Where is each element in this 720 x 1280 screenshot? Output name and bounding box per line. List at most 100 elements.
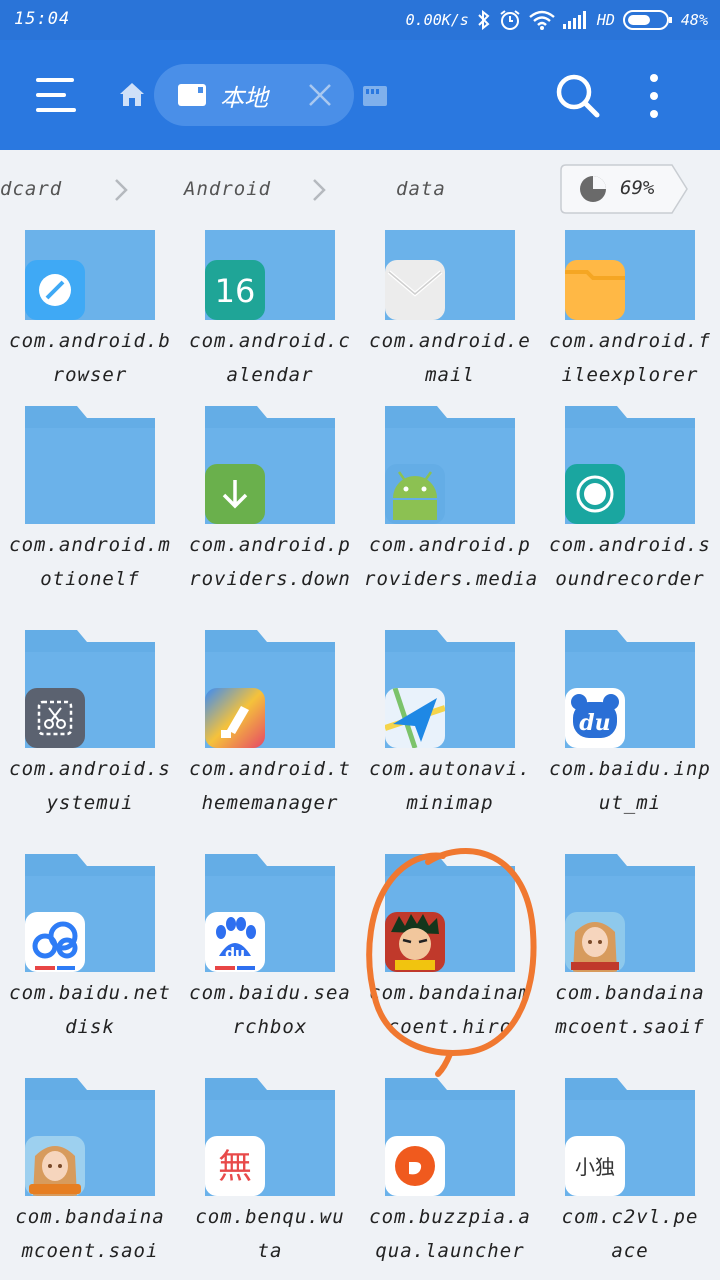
folder-label-line1: com.android.e [369, 330, 531, 352]
svg-text:du: du [579, 710, 610, 736]
folder-label-line1: com.bandaina [15, 1206, 165, 1228]
email-icon [385, 260, 445, 320]
folder-label: com.buzzpia.a qua.launcher [364, 1200, 536, 1268]
folder-grid: com.android.b rowser 16 com.android.c alenda… [0, 230, 720, 1280]
peace-app-icon: 小独 [565, 1136, 625, 1196]
breadcrumb-item-data[interactable]: data [396, 178, 446, 200]
folder-label-line1: com.android.f [549, 330, 711, 352]
folder-label-line1: com.baidu.sea [189, 982, 351, 1004]
pie-chart-icon [578, 174, 608, 208]
folder-label: com.android.b rowser [4, 324, 176, 392]
folder-label-line2: qua.launcher [375, 1240, 525, 1262]
folder-label-line2: disk [65, 1016, 115, 1038]
folder-label: com.baidu.sea rchbox [184, 976, 356, 1044]
folder-item[interactable]: com.android.f ileexplorer [540, 230, 720, 426]
folder-label-line2: otionelf [40, 568, 140, 590]
folder-item[interactable]: com.buzzpia.a qua.launcher [360, 1078, 540, 1280]
folder-label-line2: mail [425, 364, 475, 386]
signal-icon [562, 11, 589, 29]
folder-label-line2: roviders.down [189, 568, 351, 590]
sd-card-tab-icon[interactable] [362, 84, 390, 112]
folder-item[interactable]: com.android.e mail [360, 230, 540, 426]
folder-label-line1: com.autonavi. [369, 758, 531, 780]
folder-item[interactable]: com.autonavi. minimap [360, 630, 540, 854]
folder-item[interactable]: com.android.m otionelf [0, 406, 180, 630]
folder-label-line1: com.buzzpia.a [369, 1206, 531, 1228]
close-icon[interactable] [306, 81, 334, 109]
buzz-launcher-icon [385, 1136, 445, 1196]
folder-label: com.android.m otionelf [4, 528, 176, 596]
status-time: 15:04 [14, 9, 71, 29]
toolbar: 本地 [0, 40, 720, 150]
folder-item[interactable]: com.android.s oundrecorder [540, 406, 720, 630]
chevron-right-icon [308, 176, 330, 204]
folder-label-line2: alendar [226, 364, 314, 386]
folder-item[interactable]: com.bandaina mcoent.saoi [0, 1078, 180, 1280]
folder-item[interactable]: com.android.p roviders.media [360, 406, 540, 630]
download-icon [205, 464, 265, 524]
theme-manager-icon [205, 688, 265, 748]
folder-label-line1: com.bandaina [555, 982, 705, 1004]
folder-label: com.baidu.net disk [4, 976, 176, 1044]
wifi-icon [529, 10, 555, 30]
folder-label: com.android.t hememanager [184, 752, 356, 820]
wuta-camera-icon: 無 [205, 1136, 265, 1196]
folder-label-line1: com.android.p [189, 534, 351, 556]
folder-item[interactable]: com.android.b rowser [0, 230, 180, 426]
folder-label: com.android.s oundrecorder [544, 528, 716, 596]
folder-item[interactable]: com.android.t hememanager [180, 630, 360, 854]
calendar-icon: 16 [205, 260, 265, 320]
folder-label: com.bandaina mcoent.saoif [544, 976, 716, 1044]
folder-label: com.android.p roviders.media [364, 528, 536, 596]
folder-item[interactable]: du com.baidu.sea rchbox [180, 854, 360, 1078]
folder-label: com.android.e mail [364, 324, 536, 392]
menu-icon[interactable] [28, 72, 84, 118]
storage-usage-badge[interactable]: 69% [560, 164, 688, 214]
folder-item[interactable]: com.android.p roviders.down [180, 406, 360, 630]
folder-label-line2: ta [257, 1240, 283, 1262]
battery-icon [622, 9, 673, 31]
folder-label-line1: com.baidu.inp [549, 758, 711, 780]
folder-label: com.bandaina mcoent.saoi [4, 1200, 176, 1268]
folder-item[interactable]: du com.baidu.inp ut_mi [540, 630, 720, 854]
browser-icon [25, 260, 85, 320]
search-icon[interactable] [552, 70, 604, 122]
folder-item[interactable]: 小独 com.c2vl.pe ace [540, 1078, 720, 1280]
folder-label-line1: com.bandainam [369, 982, 531, 1004]
sao-major-update-icon [25, 1136, 85, 1196]
folder-item[interactable]: com.bandaina mcoent.saoif [540, 854, 720, 1078]
folder-item[interactable]: com.bandainam coent.hiro [360, 854, 540, 1078]
folder-label-line2: oundrecorder [555, 568, 705, 590]
folder-label-line1: com.android.t [189, 758, 351, 780]
folder-label-line2: rowser [52, 364, 128, 386]
amap-navigation-icon [385, 688, 445, 748]
folder-item[interactable]: com.baidu.net disk [0, 854, 180, 1078]
folder-label-line1: com.android.p [369, 534, 531, 556]
svg-text:小独: 小独 [575, 1155, 615, 1179]
folder-label-line2: ystemui [46, 792, 134, 814]
folder-item[interactable]: com.android.s ystemui [0, 630, 180, 854]
baidu-input-icon: du [565, 688, 625, 748]
svg-text:16: 16 [215, 272, 256, 310]
folder-item[interactable]: 無 com.benqu.wu ta [180, 1078, 360, 1280]
anime-hero-game-icon [385, 912, 445, 972]
more-options-icon[interactable] [636, 70, 672, 122]
svg-text:du: du [225, 946, 245, 962]
tab-local[interactable]: 本地 [154, 64, 354, 126]
folder-label-line1: com.android.m [9, 534, 171, 556]
breadcrumb-item-sdcard[interactable]: dcard [0, 178, 62, 200]
folder-label-line1: com.benqu.wu [195, 1206, 345, 1228]
home-icon[interactable] [116, 78, 148, 110]
folder-item[interactable]: 16 com.android.c alendar [180, 230, 360, 426]
network-speed: 0.00K/s [405, 11, 469, 29]
bluetooth-icon [477, 10, 491, 30]
status-icons: 0.00K/s HD 48% [406, 8, 708, 32]
breadcrumb-item-android[interactable]: Android [184, 178, 271, 200]
folder-label-line1: com.android.b [9, 330, 171, 352]
svg-text:無: 無 [218, 1147, 252, 1187]
file-explorer-icon [565, 260, 625, 320]
folder-label: com.c2vl.pe ace [544, 1200, 716, 1268]
android-robot-icon [385, 464, 445, 524]
folder-label: com.baidu.inp ut_mi [544, 752, 716, 820]
chevron-right-icon [110, 176, 132, 204]
